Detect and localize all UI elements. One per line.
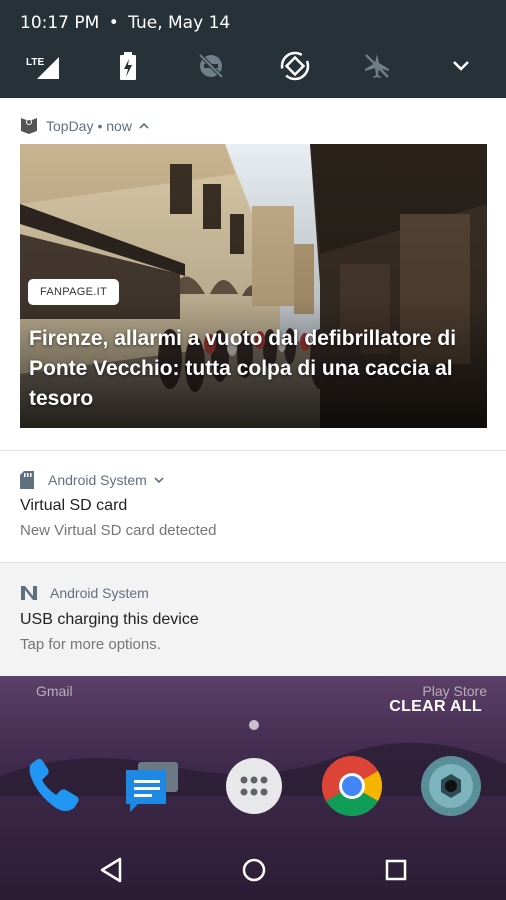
navigation-bar [0,840,506,900]
back-icon[interactable] [96,854,128,886]
status-datetime: 10:17 PM • Tue, May 14 [20,13,230,33]
phone-icon[interactable] [22,754,86,818]
notification-topday[interactable]: TopDay • now FANPAGE.IT Firenze, allarmi… [0,98,506,448]
source-badge: FANPAGE.IT [28,279,119,305]
app-drawer-icon[interactable] [222,754,286,818]
app-name: TopDay [46,118,94,134]
collapse-chevron-icon[interactable] [138,122,150,130]
status-date: Tue, May 14 [128,13,231,33]
lte-signal-icon[interactable]: LTE [22,46,62,86]
do-not-disturb-off-icon[interactable] [191,46,231,86]
status-separator: • [108,13,119,33]
topday-app-icon [21,118,37,134]
quick-settings-header: 10:17 PM • Tue, May 14 LTE [0,0,506,98]
airplane-mode-icon[interactable] [357,46,397,86]
notification-time: • now [97,118,132,134]
notification-usb-charging[interactable]: Android System USB charging this device … [0,562,506,676]
home-screen: Gmail Play Store CLEAR ALL [0,676,506,900]
expand-chevron-icon[interactable] [441,46,481,86]
status-time: 10:17 PM [20,13,100,33]
notification-header: Android System [20,471,165,489]
battery-charging-icon[interactable] [108,46,148,86]
page-indicator [249,720,259,730]
sd-card-icon [20,471,34,489]
news-headline: Firenze, allarmi a vuoto dal defibrillat… [29,327,457,410]
auto-rotate-icon[interactable] [275,46,315,86]
camera-icon[interactable] [419,754,483,818]
svg-text:LTE: LTE [26,57,44,68]
gmail-label: Gmail [36,683,73,699]
expand-chevron-icon[interactable] [153,476,165,484]
clear-all-button[interactable]: CLEAR ALL [389,698,482,716]
notification-text: Tap for more options. [20,636,161,653]
app-name: Android System [48,472,147,488]
notification-virtual-sd[interactable]: Android System Virtual SD card New Virtu… [0,450,506,560]
chrome-icon[interactable] [320,754,384,818]
recents-icon[interactable] [380,854,412,886]
app-name: Android System [50,585,149,601]
news-image[interactable]: FANPAGE.IT Firenze, allarmi a vuoto dal … [20,144,487,428]
messages-icon[interactable] [120,754,184,818]
notification-title: Virtual SD card [20,497,128,514]
notification-panel: TopDay • now FANPAGE.IT Firenze, allarmi… [0,98,506,676]
notification-header: TopDay • now [20,118,150,134]
quick-settings-row: LTE [0,46,506,86]
notification-title: USB charging this device [20,611,199,628]
home-icon[interactable] [238,854,270,886]
notification-header: Android System [20,585,149,601]
play-store-label: Play Store [422,683,487,699]
android-n-icon [21,586,37,600]
notification-text: New Virtual SD card detected [20,522,217,539]
